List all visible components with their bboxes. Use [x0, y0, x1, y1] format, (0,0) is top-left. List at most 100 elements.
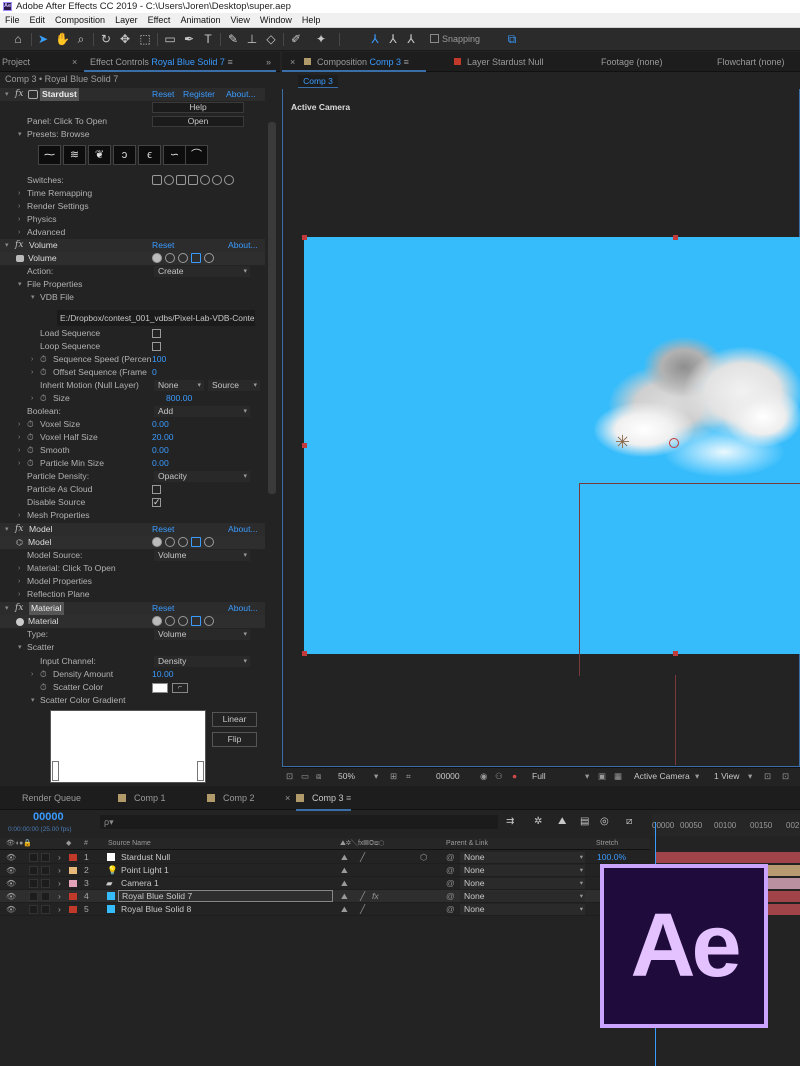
particle-as-cloud-checkbox[interactable]	[152, 485, 161, 494]
view-layout-dropdown[interactable]: 1 View	[714, 768, 739, 785]
effect-controls-scrollbar[interactable]	[268, 122, 276, 494]
switch-icon[interactable]	[204, 253, 214, 263]
3d-layer-icon[interactable]: ⬡	[420, 851, 428, 864]
advanced-row[interactable]: › Advanced	[0, 226, 265, 239]
particle-density-dropdown[interactable]: Opacity ▾	[154, 471, 250, 482]
label-color[interactable]	[69, 867, 77, 874]
stopwatch-icon[interactable]: ⏱	[27, 444, 34, 457]
stopwatch-icon[interactable]: ⏱	[27, 457, 34, 470]
label-color[interactable]	[69, 906, 77, 913]
model-source-dropdown[interactable]: Volume ▾	[154, 550, 250, 561]
about-link[interactable]: About...	[228, 523, 258, 536]
switch-icon[interactable]	[152, 253, 162, 263]
transform-handle[interactable]	[302, 235, 307, 240]
tab-comp-2[interactable]: Comp 2	[207, 786, 255, 810]
resolution-dropdown[interactable]: Full	[532, 768, 546, 785]
tab-render-queue[interactable]: Render Queue	[22, 786, 81, 810]
lock-toggle[interactable]	[41, 879, 50, 888]
lock-toggle[interactable]	[41, 905, 50, 914]
frame-blending-icon[interactable]: ▤	[580, 816, 589, 827]
transform-handle[interactable]	[673, 235, 678, 240]
comp-frame[interactable]: ✳	[304, 237, 800, 654]
stopwatch-icon[interactable]: ⏱	[40, 392, 47, 405]
stopwatch-icon[interactable]: ⏱	[40, 668, 47, 681]
clone-stamp-tool-icon[interactable]: ⊥	[245, 32, 259, 46]
parent-dropdown[interactable]: None ▾	[460, 878, 585, 889]
quality-switch-icon[interactable]: ╱	[360, 903, 365, 916]
voxel-half-size-value[interactable]: 20.00	[152, 431, 174, 444]
fx-icon[interactable]: fx	[15, 523, 23, 536]
material-type-dropdown[interactable]: Volume ▾	[154, 629, 250, 640]
inherit-motion-dropdown[interactable]: None ▾	[154, 380, 204, 391]
menu-layer[interactable]: Layer	[110, 13, 143, 28]
close-icon[interactable]: ×	[290, 52, 295, 72]
switch-icon[interactable]	[204, 616, 214, 626]
switch-icon[interactable]	[191, 616, 201, 626]
load-sequence-checkbox[interactable]	[152, 329, 161, 338]
graph-editor-icon[interactable]: ⧄	[626, 816, 632, 827]
open-button[interactable]: Open	[152, 116, 244, 127]
layer-duration-bar[interactable]	[656, 852, 800, 863]
lock-toggle[interactable]	[41, 853, 50, 862]
snapshot-icon[interactable]: ◉	[480, 768, 487, 785]
expand-arrow-icon[interactable]: ›	[58, 877, 61, 890]
draft-3d-icon[interactable]: ✲	[534, 816, 542, 827]
shy-switch-icon[interactable]: ⛰	[341, 903, 348, 916]
reset-link[interactable]: Reset	[152, 239, 174, 252]
switch-icon[interactable]	[178, 253, 188, 263]
eye-icon[interactable]: 👁	[6, 903, 16, 916]
action-dropdown[interactable]: Create ▾	[154, 266, 250, 277]
layer-name[interactable]: Point Light 1	[121, 864, 169, 877]
about-link[interactable]: About...	[228, 239, 258, 252]
menu-view[interactable]: View	[225, 13, 254, 28]
pick-whip-icon[interactable]: @	[446, 851, 455, 864]
stretch-value[interactable]: 100.0%	[597, 851, 626, 864]
effect-material[interactable]: ▾ fx Material Reset About...	[0, 602, 265, 615]
switch-icon[interactable]	[152, 537, 162, 547]
about-link[interactable]: About...	[228, 602, 258, 615]
roi-icon[interactable]: ▣	[598, 768, 606, 785]
label-color[interactable]	[69, 880, 77, 887]
null-anchor-icon[interactable]	[669, 438, 679, 448]
menu-file[interactable]: File	[0, 13, 25, 28]
preset-3-icon[interactable]: ❦	[88, 145, 111, 165]
stopwatch-icon[interactable]: ⏱	[40, 353, 47, 366]
tab-effect-controls[interactable]: Effect Controls Royal Blue Solid 7 ≡	[90, 52, 233, 72]
solo-toggle[interactable]	[29, 905, 38, 914]
reflection-plane-row[interactable]: › Reflection Plane	[0, 588, 265, 601]
pen-tool-icon[interactable]: ✒	[182, 32, 196, 46]
composition-viewer[interactable]: Active Camera ✳	[282, 89, 800, 767]
effect-model[interactable]: ▾ fx Model Reset About...	[0, 523, 265, 536]
gradient-stop-left[interactable]	[52, 761, 59, 781]
axis-world-icon[interactable]: ⅄	[386, 32, 400, 46]
menu-animation[interactable]: Animation	[175, 13, 225, 28]
quality-switch-icon[interactable]: ╱	[360, 851, 365, 864]
menu-effect[interactable]: Effect	[143, 13, 176, 28]
effect-switch-icon[interactable]: fx	[372, 890, 379, 903]
rectangle-tool-icon[interactable]: ▭	[163, 32, 177, 46]
linear-button[interactable]: Linear	[212, 712, 257, 727]
switch-icon[interactable]	[191, 537, 201, 547]
brush-tool-icon[interactable]: ✎	[226, 32, 240, 46]
table-row[interactable]: 👁 › 1 Stardust Null ⛰ ╱ ⬡ @ None ▾ 100.0%	[0, 851, 650, 864]
about-link[interactable]: About...	[226, 88, 256, 101]
transform-handle[interactable]	[673, 651, 678, 656]
eye-icon[interactable]: 👁	[6, 864, 16, 877]
offset-sequence-value[interactable]: 0	[152, 366, 157, 379]
switch-icon[interactable]	[152, 175, 162, 185]
tab-footage[interactable]: Footage (none)	[601, 52, 663, 72]
solo-toggle[interactable]	[29, 853, 38, 862]
effect-volume[interactable]: ▾ fx Volume Reset About...	[0, 239, 265, 252]
expand-panels-icon[interactable]: »	[266, 52, 271, 72]
flip-button[interactable]: Flip	[212, 732, 257, 747]
transform-handle[interactable]	[302, 443, 307, 448]
switch-icon[interactable]	[165, 253, 175, 263]
boolean-dropdown[interactable]: Add ▾	[154, 406, 250, 417]
show-snapshot-icon[interactable]: ⚇	[495, 768, 503, 785]
material-open-row[interactable]: › Material: Click To Open	[0, 562, 265, 575]
particle-min-size-value[interactable]: 0.00	[152, 457, 169, 470]
table-row[interactable]: 👁 › 5 Royal Blue Solid 8 ⛰ ╱ @ None ▾	[0, 903, 650, 916]
roto-brush-tool-icon[interactable]: ✐	[289, 32, 303, 46]
label-color[interactable]	[69, 854, 77, 861]
rotate-tool-icon[interactable]: ↻	[99, 32, 113, 46]
